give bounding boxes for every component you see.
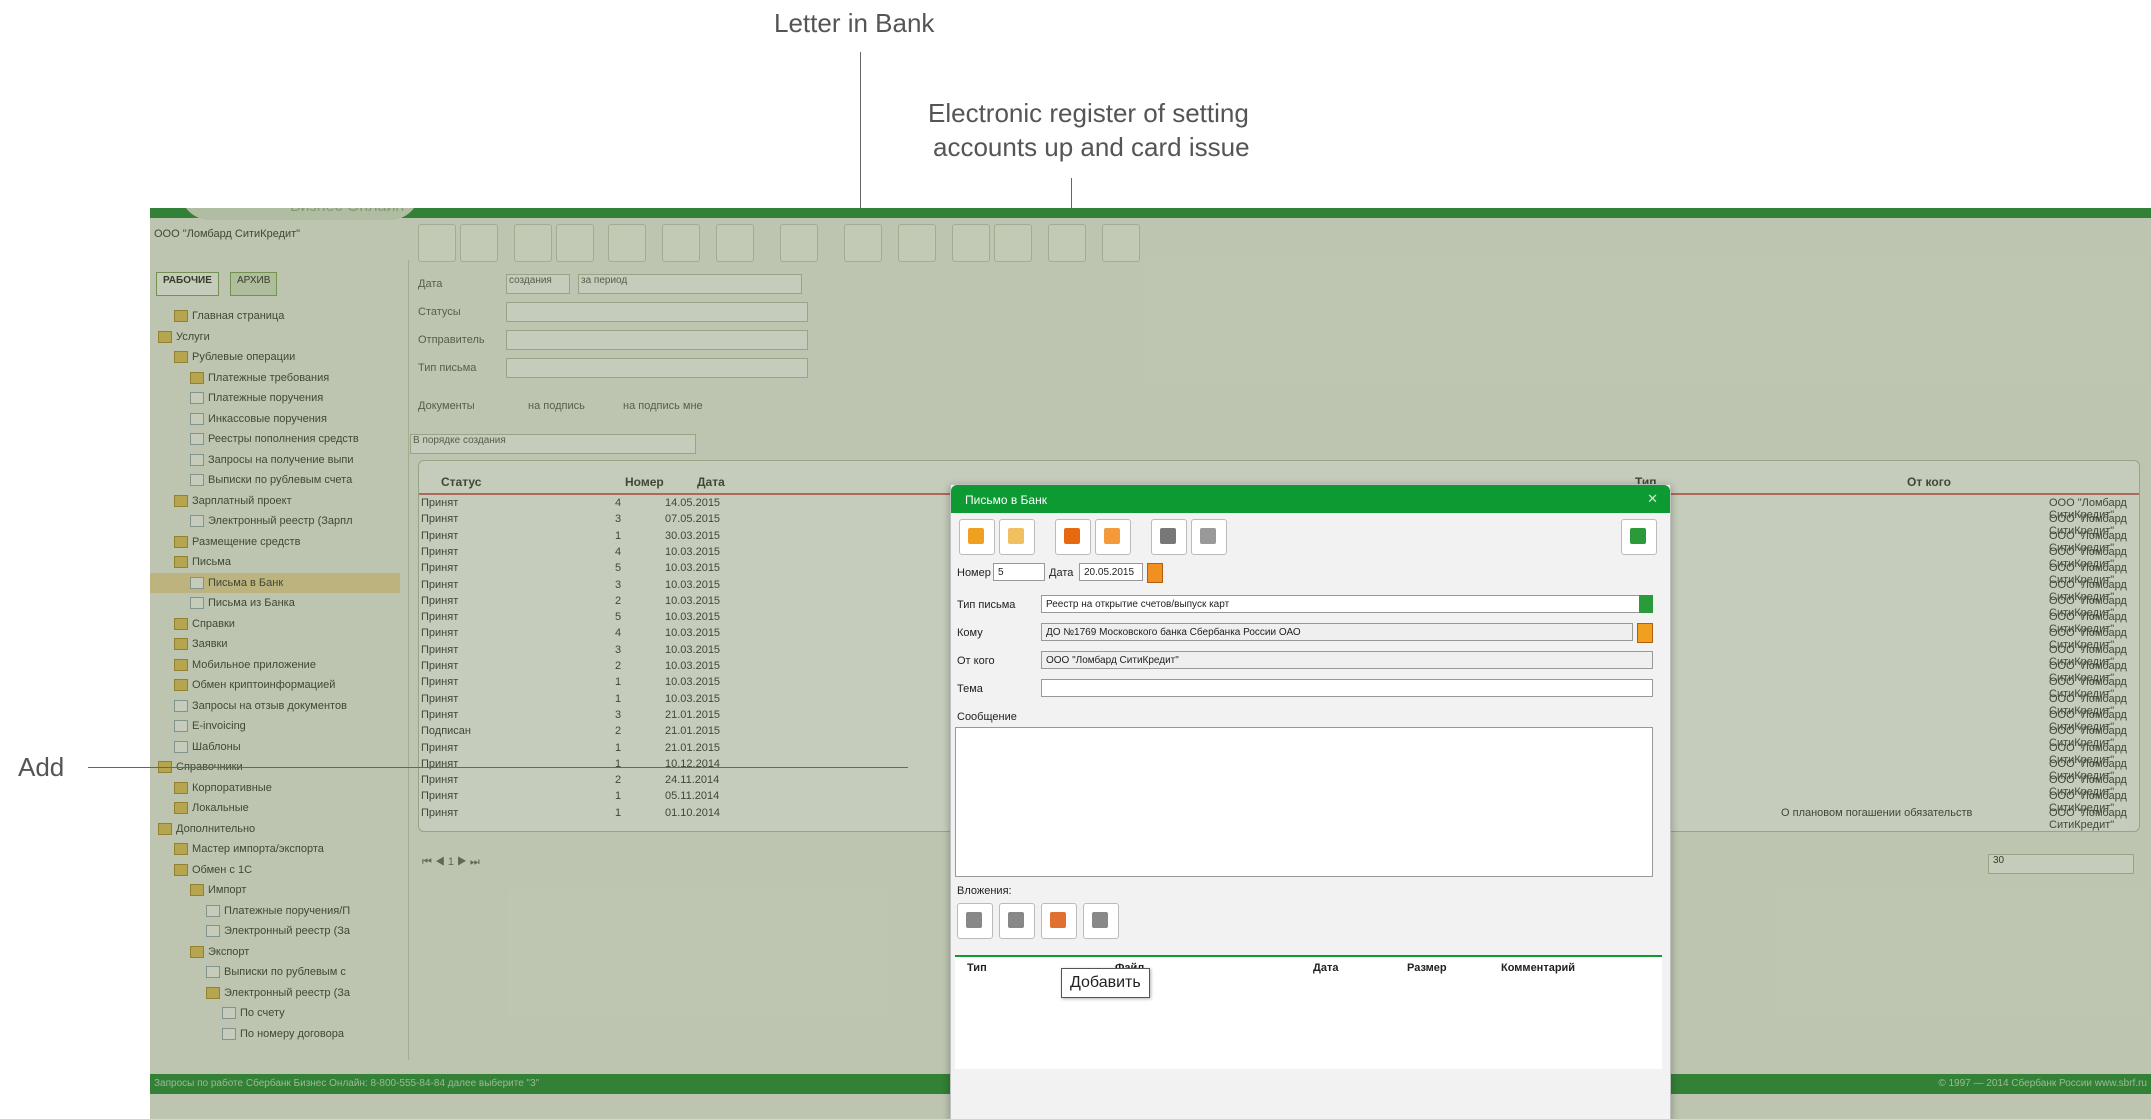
save-letter-button[interactable]	[1055, 519, 1091, 555]
save-attachment-button[interactable]	[999, 903, 1035, 939]
to-field[interactable]: ДО №1769 Московского банка Сбербанка Рос…	[1041, 623, 1633, 641]
date-label: Дата	[1049, 567, 1074, 579]
sign-letter-button[interactable]	[1095, 519, 1131, 555]
letter-type-select[interactable]: Реестр на открытие счетов/выпуск карт	[1041, 595, 1651, 613]
magnifier-icon	[1200, 528, 1216, 544]
save-icon	[1064, 528, 1080, 544]
exit-icon	[1630, 528, 1646, 544]
lookup-icon[interactable]	[1637, 623, 1653, 643]
annotation-electronic-register-2: accounts up and card issue	[933, 132, 1250, 162]
att-col-type[interactable]: Тип	[967, 962, 987, 974]
add-tooltip: Добавить	[1061, 968, 1150, 998]
save-attachment-icon	[1008, 912, 1024, 928]
subject-label: Тема	[957, 683, 983, 695]
new-icon	[968, 528, 984, 544]
new-letter-button[interactable]	[959, 519, 995, 555]
view-attachment-button[interactable]	[1083, 903, 1119, 939]
att-col-date[interactable]: Дата	[1313, 962, 1338, 974]
dialog-title: Письмо в Банк	[965, 493, 1047, 507]
annotation-electronic-register-1: Electronic register of setting	[928, 98, 1249, 128]
view-attachment-icon	[1092, 912, 1108, 928]
dialog-titlebar: Письмо в Банк ✕	[951, 485, 1670, 513]
sign-icon	[1104, 528, 1120, 544]
delete-attachment-icon	[1050, 912, 1066, 928]
print-icon	[1160, 528, 1176, 544]
delete-attachment-button[interactable]	[1041, 903, 1077, 939]
close-icon[interactable]: ✕	[1647, 491, 1658, 507]
preview-letter-button[interactable]	[1191, 519, 1227, 555]
annotation-add: Add	[18, 752, 65, 782]
chevron-down-icon[interactable]	[1639, 595, 1653, 613]
copy-letter-button[interactable]	[999, 519, 1035, 555]
att-col-size[interactable]: Размер	[1407, 962, 1447, 974]
exit-dialog-button[interactable]	[1621, 519, 1657, 555]
copy-icon	[1008, 528, 1024, 544]
add-attachment-icon	[966, 912, 982, 928]
type-label: Тип письма	[957, 599, 1016, 611]
attachments-label: Вложения:	[957, 885, 1012, 897]
message-label: Сообщение	[957, 711, 1017, 723]
from-label: От кого	[957, 655, 995, 667]
message-textarea[interactable]	[955, 727, 1653, 877]
att-col-comment[interactable]: Комментарий	[1501, 962, 1575, 974]
letter-dialog: Письмо в Банк ✕ Номер 5 Дата 20.05.2015 …	[950, 484, 1671, 1119]
annotation-letter-in-bank: Letter in Bank	[774, 8, 935, 38]
add-attachment-button[interactable]	[957, 903, 993, 939]
to-label: Кому	[957, 627, 983, 639]
print-letter-button[interactable]	[1151, 519, 1187, 555]
from-field: ООО "Ломбард СитиКредит"	[1041, 651, 1653, 669]
date-field[interactable]: 20.05.2015	[1079, 563, 1143, 581]
number-label: Номер	[957, 567, 991, 579]
number-field[interactable]: 5	[993, 563, 1045, 581]
calendar-icon[interactable]	[1147, 563, 1163, 583]
app-window: Бизнес Онлайн ООО "Ломбард СитиКредит" Р…	[150, 208, 2151, 1119]
annotation-line-add	[88, 767, 908, 768]
subject-field[interactable]	[1041, 679, 1653, 697]
